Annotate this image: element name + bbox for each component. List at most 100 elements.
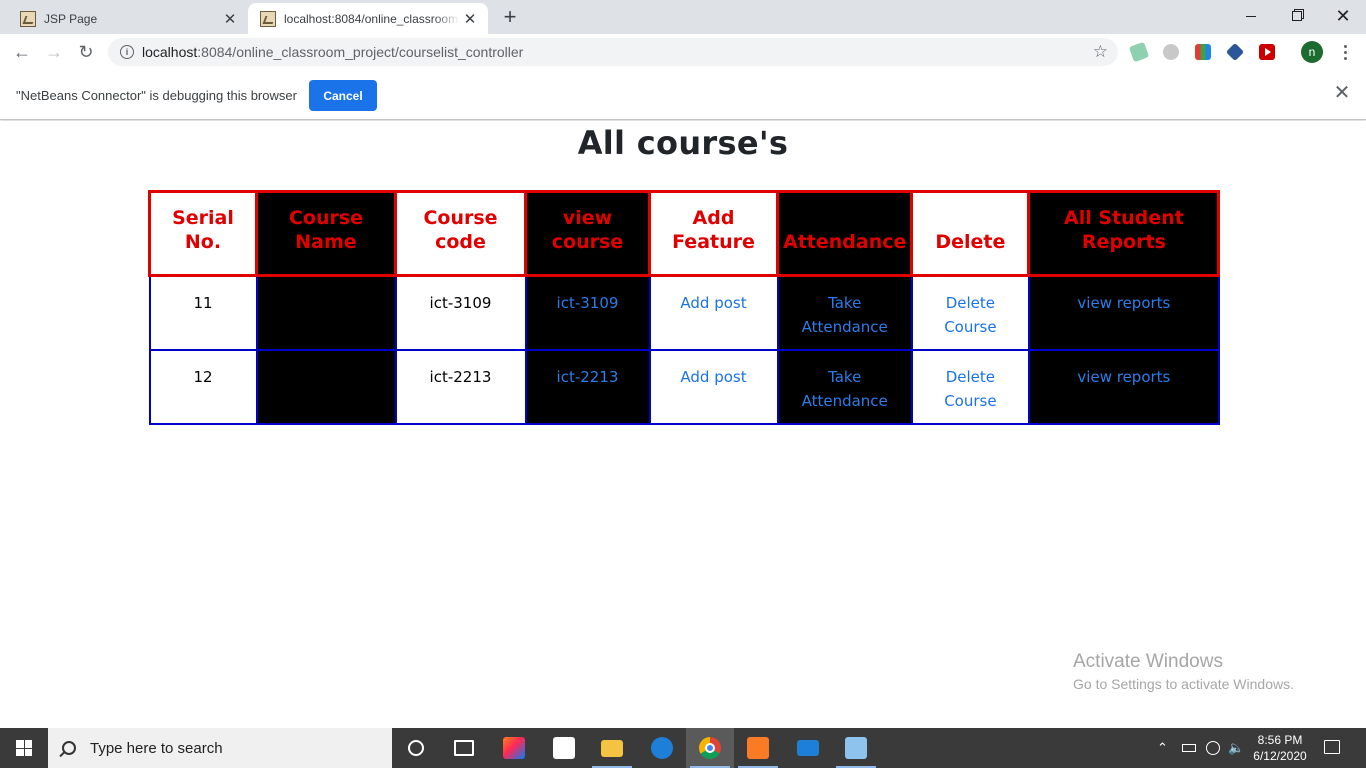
view-reports-link[interactable]: view reports [1077, 294, 1170, 312]
view-course-link[interactable]: ict-3109 [557, 294, 619, 312]
volume-icon[interactable]: 🔈 [1228, 728, 1244, 768]
view-course-link[interactable]: ict-2213 [557, 368, 619, 386]
header-text: Feature [672, 231, 755, 253]
search-placeholder: Type here to search [90, 739, 223, 757]
page-favicon-icon [260, 10, 276, 27]
taskbar-app-chrome[interactable] [686, 728, 734, 768]
header-serial: Serial No. [148, 190, 258, 277]
course-name-cell: economics [255, 348, 397, 425]
folder-icon [601, 739, 623, 757]
extension-icon[interactable] [1163, 44, 1179, 60]
attendance-cell: Take Attendance [776, 348, 913, 425]
reports-cell: view reports [1027, 348, 1220, 425]
course-code-cell: ict-2213 [394, 348, 527, 425]
back-button[interactable]: ← [8, 38, 36, 66]
action-center-icon[interactable] [1324, 740, 1340, 754]
close-tab-icon[interactable]: ✕ [460, 9, 480, 29]
site-info-icon[interactable]: i [120, 45, 134, 59]
table-row: 12 economics ict-2213 ict-2213 Add post … [148, 348, 1220, 425]
add-feature-cell: Add post [648, 348, 779, 425]
link-text: Course [944, 391, 997, 410]
tab-title: localhost:8084/online_classroom_ [284, 11, 460, 26]
view-reports-link[interactable]: view reports [1077, 368, 1170, 386]
taskbar-app-mail[interactable] [784, 728, 832, 768]
minimize-button[interactable] [1228, 0, 1274, 32]
taskbar-app-explorer[interactable] [588, 728, 636, 768]
header-attendance: Attendance [775, 190, 914, 277]
delete-course-link[interactable]: Delete Course [944, 294, 996, 336]
watermark-title: Activate Windows [1073, 651, 1223, 672]
restore-button[interactable] [1274, 0, 1320, 32]
profile-avatar[interactable]: n [1301, 41, 1323, 63]
header-text: code [435, 231, 486, 253]
taskbar-app-edge[interactable] [638, 728, 686, 768]
add-post-link[interactable]: Add post [680, 368, 746, 386]
delete-course-link[interactable]: Delete Course [944, 368, 996, 410]
page-favicon-icon [20, 10, 36, 27]
browser-toolbar: ← → ↻ i localhost:8084/online_classroom_… [0, 34, 1366, 70]
virtualbox-icon [845, 737, 867, 759]
header-text: Add [692, 207, 735, 229]
header-add-feature: Add Feature [648, 190, 779, 277]
view-course-cell: ict-2213 [524, 348, 651, 425]
cancel-button[interactable]: Cancel [309, 80, 377, 111]
xampp-icon [747, 737, 769, 759]
extension-icon[interactable] [1128, 41, 1150, 63]
add-post-link[interactable]: Add post [680, 294, 746, 312]
header-text: Serial [172, 207, 234, 229]
course-code-cell: ict-3109 [394, 274, 527, 351]
youtube-extension-icon[interactable] [1259, 44, 1275, 60]
page-title: All course's [577, 124, 789, 162]
start-button[interactable] [0, 728, 48, 768]
page-content: All course's Serial No. Course Name Course… [0, 121, 1366, 728]
url-path: :8084/online_classroom_project/courselis… [197, 44, 524, 60]
clock-date: 6/12/2020 [1253, 749, 1307, 763]
windows-taskbar: Type here to search ⌃ 🔈 8:56 PM 6/12/202… [0, 728, 1366, 768]
tab-strip: JSP Page ✕ localhost:8084/online_classro… [0, 0, 1366, 34]
taskbar-clock[interactable]: 8:56 PM 6/12/2020 [1248, 732, 1312, 764]
tab-jsp-page[interactable]: JSP Page ✕ [8, 3, 248, 34]
taskbar-search-box[interactable]: Type here to search [48, 728, 392, 768]
reports-cell: view reports [1027, 274, 1220, 351]
extension-icon[interactable] [1225, 42, 1245, 62]
watermark-subtitle: Go to Settings to activate Windows. [1073, 676, 1294, 692]
network-globe-icon[interactable] [1206, 741, 1220, 755]
show-hidden-icons-chevron-icon[interactable]: ⌃ [1157, 728, 1168, 768]
bookmark-star-icon[interactable]: ☆ [1093, 42, 1108, 62]
link-text: Delete [945, 294, 996, 312]
take-attendance-link[interactable]: Take Attendance [802, 294, 888, 336]
cortana-button[interactable] [392, 728, 440, 768]
close-window-button[interactable]: ✕ [1320, 0, 1366, 32]
menu-kebab-icon[interactable] [1335, 42, 1355, 62]
header-text: Course [423, 207, 498, 229]
battery-icon[interactable] [1182, 744, 1196, 752]
link-text: Delete [945, 367, 996, 386]
new-tab-button[interactable]: + [498, 6, 522, 30]
header-view-course: view course [524, 190, 651, 277]
take-attendance-link[interactable]: Take Attendance [802, 368, 888, 410]
close-icon[interactable]: ✕ [1332, 83, 1352, 103]
address-bar[interactable]: i localhost:8084/online_classroom_projec… [108, 38, 1118, 66]
header-delete: Delete [910, 190, 1031, 277]
tab-localhost[interactable]: localhost:8084/online_classroom_ ✕ [248, 3, 488, 34]
taskbar-app-store[interactable] [540, 728, 588, 768]
address-url[interactable]: localhost:8084/online_classroom_project/… [142, 44, 523, 60]
forward-button[interactable]: → [40, 38, 68, 66]
taskbar-app-virtualbox[interactable] [832, 728, 880, 768]
reload-button[interactable]: ↻ [72, 38, 100, 66]
taskbar-app-intellij[interactable] [490, 728, 538, 768]
task-view-button[interactable] [440, 728, 488, 768]
attendance-cell: Take Attendance [776, 274, 913, 351]
serial-cell: 11 [148, 274, 258, 351]
table-header-row: Serial No. Course Name Course code view cour… [148, 190, 1221, 277]
header-text: All Student [1064, 207, 1184, 229]
windows-logo-icon [16, 740, 32, 756]
close-tab-icon[interactable]: ✕ [220, 9, 240, 29]
link-text: Take [828, 294, 862, 312]
header-all-student-reports: All Student Reports [1027, 190, 1221, 277]
taskbar-app-xampp[interactable] [734, 728, 782, 768]
header-text: Name [295, 231, 357, 253]
intellij-icon [503, 737, 525, 759]
course-name-cell: os [255, 274, 397, 351]
extension-icon[interactable] [1195, 44, 1211, 60]
